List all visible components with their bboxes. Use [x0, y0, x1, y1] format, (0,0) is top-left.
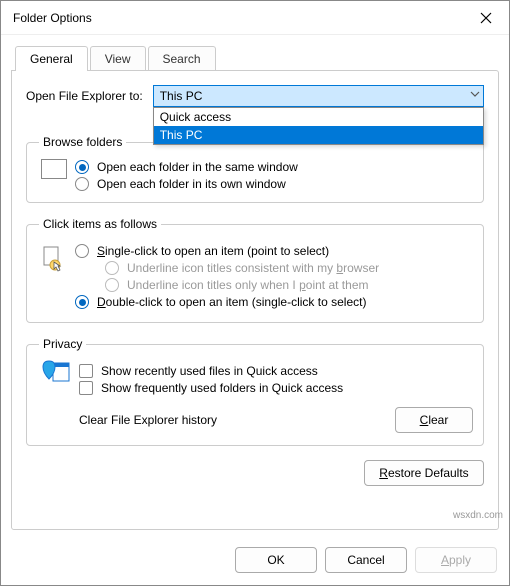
radio-double-click[interactable] [75, 295, 89, 309]
close-icon [480, 12, 492, 24]
cancel-button[interactable]: Cancel [325, 547, 407, 573]
check-frequent-label: Show frequently used folders in Quick ac… [101, 381, 343, 395]
folder-options-window: Folder Options General View Search Open … [0, 0, 510, 586]
combo-value: This PC [160, 89, 203, 103]
clear-button[interactable]: Clear [395, 407, 473, 433]
restore-row: Restore Defaults [26, 460, 484, 486]
combo-item-quick-access[interactable]: Quick access [154, 108, 483, 126]
radio-same-window[interactable] [75, 160, 89, 174]
radio-same-window-row[interactable]: Open each folder in the same window [75, 160, 473, 174]
check-recent-row[interactable]: Show recently used files in Quick access [79, 364, 473, 378]
tab-general[interactable]: General [15, 46, 88, 71]
check-recent[interactable] [79, 364, 93, 378]
check-recent-label: Show recently used files in Quick access [101, 364, 318, 378]
open-to-label: Open File Explorer to: [26, 89, 143, 103]
privacy-legend: Privacy [39, 337, 86, 351]
radio-single-click[interactable] [75, 244, 89, 258]
folder-pair-icon [41, 159, 67, 179]
check-frequent-row[interactable]: Show frequently used folders in Quick ac… [79, 381, 473, 395]
dialog-buttons: OK Cancel Apply [235, 547, 497, 573]
radio-underline-browser-row: Underline icon titles consistent with my… [105, 261, 473, 275]
radio-same-window-label: Open each folder in the same window [97, 160, 298, 174]
click-legend: Click items as follows [39, 217, 161, 231]
open-to-row: Open File Explorer to: This PC Quick acc… [26, 85, 484, 107]
radio-single-click-row[interactable]: Single-click to open an item (point to s… [75, 244, 473, 258]
tab-panel-general: Open File Explorer to: This PC Quick acc… [11, 70, 499, 530]
combo-item-this-pc[interactable]: This PC [154, 126, 483, 144]
tab-strip: General View Search [15, 46, 499, 71]
open-to-combo[interactable]: This PC Quick access This PC [153, 85, 484, 107]
radio-underline-browser-label: Underline icon titles consistent with my… [127, 261, 379, 275]
apply-button: Apply [415, 547, 497, 573]
combo-display[interactable]: This PC [153, 85, 484, 107]
radio-underline-point-label: Underline icon titles only when I point … [127, 278, 368, 292]
radio-own-window[interactable] [75, 177, 89, 191]
file-click-icon [41, 245, 65, 278]
clear-history-row: Clear File Explorer history Clear [79, 407, 473, 433]
ok-button[interactable]: OK [235, 547, 317, 573]
browse-folders-group: Browse folders Open each folder in the s… [26, 135, 484, 203]
check-frequent[interactable] [79, 381, 93, 395]
radio-underline-point-row: Underline icon titles only when I point … [105, 278, 473, 292]
chevron-down-icon [470, 88, 480, 102]
radio-underline-point [105, 278, 119, 292]
combo-dropdown: Quick access This PC [153, 107, 484, 145]
dialog-body: General View Search Open File Explorer t… [1, 35, 509, 585]
radio-own-window-label: Open each folder in its own window [97, 177, 286, 191]
radio-single-click-label: Single-click to open an item (point to s… [97, 244, 329, 258]
close-button[interactable] [463, 1, 509, 35]
tab-search[interactable]: Search [148, 46, 216, 71]
browse-legend: Browse folders [39, 135, 126, 149]
privacy-icon [41, 359, 71, 386]
radio-own-window-row[interactable]: Open each folder in its own window [75, 177, 473, 191]
tab-view[interactable]: View [90, 46, 146, 71]
titlebar: Folder Options [1, 1, 509, 35]
window-title: Folder Options [1, 11, 463, 25]
privacy-group: Privacy Show recently used files in Quic… [26, 337, 484, 446]
radio-underline-browser [105, 261, 119, 275]
clear-history-label: Clear File Explorer history [79, 413, 217, 427]
click-items-group: Click items as follows Single-click to o… [26, 217, 484, 323]
restore-defaults-button[interactable]: Restore Defaults [364, 460, 484, 486]
radio-double-click-label: Double-click to open an item (single-cli… [97, 295, 366, 309]
radio-double-click-row[interactable]: Double-click to open an item (single-cli… [75, 295, 473, 309]
watermark: wsxdn.com [453, 510, 503, 521]
